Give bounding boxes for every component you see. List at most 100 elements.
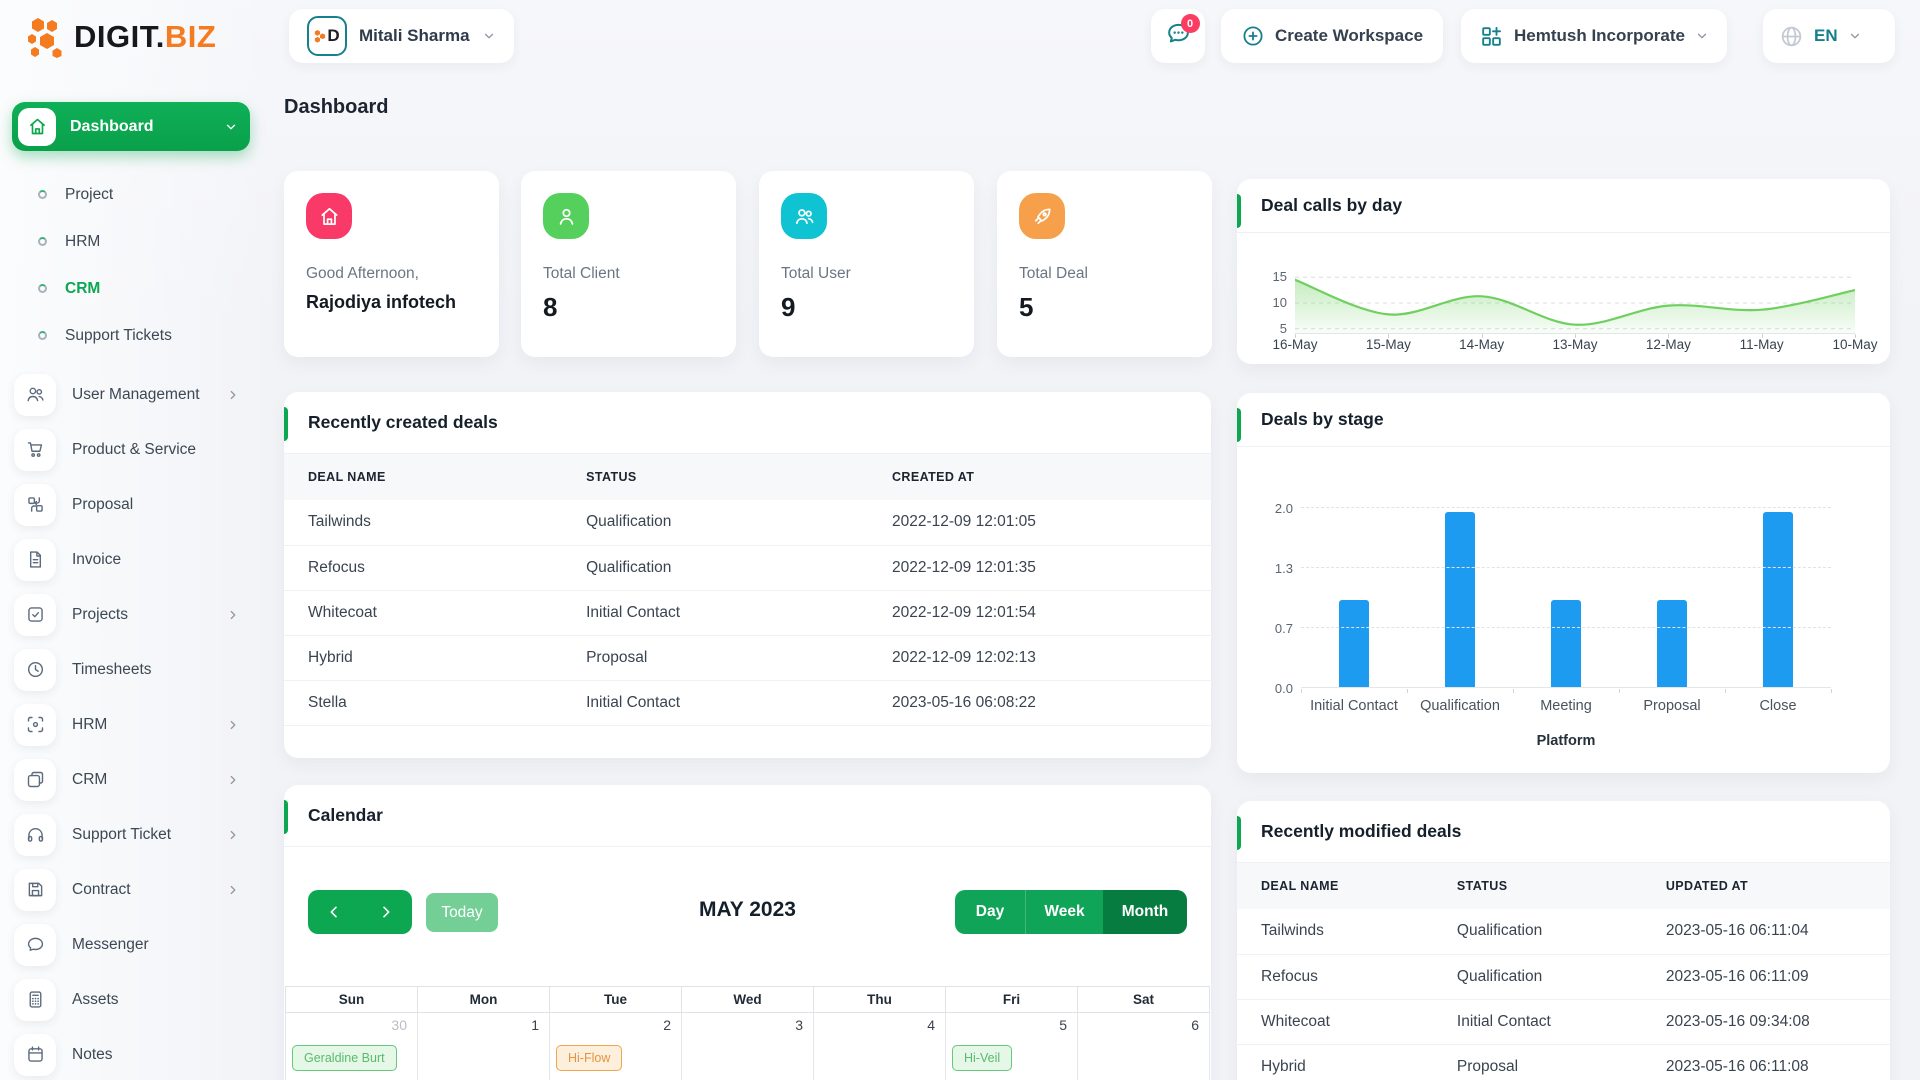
- sidebar-item-projects[interactable]: Projects: [12, 587, 250, 642]
- table-row[interactable]: Hybrid Proposal 2023-05-16 06:11:08: [1237, 1044, 1890, 1080]
- table-row[interactable]: Refocus Qualification 2022-12-09 12:01:35: [284, 545, 1211, 591]
- calendar-cell[interactable]: 1: [417, 1013, 549, 1080]
- date-number: 2: [663, 1017, 671, 1033]
- bar: [1407, 508, 1513, 688]
- date-number: 1: [531, 1017, 539, 1033]
- calendar-event[interactable]: Geraldine Burt: [292, 1045, 397, 1071]
- calendar-card: Calendar Today MAY 2023 Day Week Month S…: [284, 785, 1211, 1080]
- clock-icon: [14, 648, 56, 691]
- calendar-cell[interactable]: 4: [813, 1013, 945, 1080]
- sidebar-item-hrm[interactable]: HRM: [12, 697, 250, 752]
- create-workspace-button[interactable]: Create Workspace: [1221, 9, 1444, 63]
- bullet-icon: [38, 237, 47, 246]
- recent-modified-table: DEAL NAME STATUS UPDATED AT Tailwinds Qua…: [1237, 863, 1890, 1080]
- bar: [1301, 508, 1407, 688]
- dashboard-submenu: Project HRM CRM Support Tickets: [12, 171, 250, 359]
- stat-label: Total Deal: [1019, 265, 1088, 282]
- calendar-cell[interactable]: 30 Geraldine Burt: [285, 1013, 417, 1080]
- language-selector[interactable]: EN: [1763, 9, 1895, 63]
- deals-by-stage-card: Deals by stage 0.0 0.7 1.3 2.0 Initial Cont…: [1237, 393, 1890, 773]
- view-day-button[interactable]: Day: [955, 890, 1025, 934]
- home-icon: [306, 193, 352, 239]
- calendar-event[interactable]: Hi-Flow: [556, 1045, 623, 1071]
- calendar-toolbar: Today MAY 2023 Day Week Month: [308, 890, 1187, 934]
- stat-value: 8: [543, 292, 558, 322]
- sidebar: Dashboard Project HRM CRM Support Ticket…: [12, 86, 250, 1080]
- bullet-icon: [38, 331, 47, 340]
- chevron-down-icon: [1697, 33, 1707, 39]
- users-icon: [14, 373, 56, 416]
- calendar-view-switcher: Day Week Month: [955, 890, 1187, 934]
- sidebar-subitem-support-tickets[interactable]: Support Tickets: [12, 312, 250, 359]
- chevron-down-icon: [226, 124, 236, 129]
- recently-created-deals-card: Recently created deals DEAL NAME STATUS …: [284, 392, 1211, 758]
- messages-button[interactable]: 0: [1151, 9, 1205, 63]
- home-icon: [18, 107, 56, 146]
- card-header: Calendar: [284, 785, 1211, 847]
- sidebar-item-timesheets[interactable]: Timesheets: [12, 642, 250, 697]
- calendar-event[interactable]: Hi-Veil: [952, 1045, 1013, 1071]
- table-row[interactable]: Hybrid Proposal 2022-12-09 12:02:13: [284, 635, 1211, 681]
- col-deal-name: DEAL NAME: [284, 454, 563, 500]
- sidebar-item-notes[interactable]: Notes: [12, 1027, 250, 1080]
- table-row[interactable]: Whitecoat Initial Contact 2022-12-09 12:01…: [284, 590, 1211, 636]
- chevron-right-icon: [230, 610, 236, 619]
- section-title: Deal calls by day: [1261, 195, 1403, 215]
- sidebar-item-user-management[interactable]: User Management: [12, 367, 250, 422]
- grid-plus-icon: [1482, 26, 1501, 46]
- calendar-cell[interactable]: 3: [681, 1013, 813, 1080]
- sidebar-item-dashboard[interactable]: Dashboard: [12, 102, 250, 151]
- globe-icon: [1781, 26, 1802, 46]
- workspace-avatar-letter: D: [327, 26, 340, 45]
- sidebar-subitem-hrm[interactable]: HRM: [12, 218, 250, 265]
- sidebar-item-proposal[interactable]: Proposal: [12, 477, 250, 532]
- day-header: Thu: [813, 986, 945, 1013]
- bullet-icon: [38, 190, 47, 199]
- calendar-grid: Sun Mon Tue Wed Thu Fri Sat 30 Geraldine…: [285, 986, 1210, 1080]
- chat-bubble-icon: [14, 923, 56, 966]
- sidebar-item-crm[interactable]: CRM: [12, 752, 250, 807]
- sidebar-item-contract[interactable]: Contract: [12, 862, 250, 917]
- sidebar-item-invoice[interactable]: Invoice: [12, 532, 250, 587]
- cart-icon: [14, 428, 56, 471]
- bar-chart-x-axis: Initial Contact Qualification Meeting Propo…: [1301, 698, 1831, 714]
- date-number: 5: [1059, 1017, 1067, 1033]
- line-chart-x-axis: 16-May 15-May 14-May 13-May 12-May 11-May 10-M…: [1272, 334, 1878, 357]
- chevron-down-icon: [484, 33, 493, 39]
- bar-chart-plot: 0.0 0.7 1.3 2.0: [1275, 501, 1832, 696]
- day-header: Tue: [549, 986, 681, 1013]
- user-workspace-menu[interactable]: D Mitali Sharma: [289, 9, 514, 63]
- col-deal-name: DEAL NAME: [1237, 863, 1433, 909]
- brand-logo-text: DIGIT.BIZ: [74, 19, 217, 54]
- calendar-cell[interactable]: 6: [1077, 1013, 1210, 1080]
- sidebar-subitem-crm[interactable]: CRM: [12, 265, 250, 312]
- sidebar-item-support-ticket[interactable]: Support Ticket: [12, 807, 250, 862]
- section-title: Deals by stage: [1261, 409, 1384, 429]
- total-client-card: Total Client 8: [521, 171, 736, 357]
- table-row[interactable]: Whitecoat Initial Contact 2023-05-16 09:34…: [1237, 999, 1890, 1045]
- sidebar-item-assets[interactable]: Assets: [12, 972, 250, 1027]
- view-month-button[interactable]: Month: [1103, 890, 1187, 934]
- table-row[interactable]: Refocus Qualification 2023-05-16 06:11:09: [1237, 954, 1890, 1000]
- table-row[interactable]: Tailwinds Qualification 2022-12-09 12:01:0…: [284, 500, 1211, 546]
- date-number: 4: [927, 1017, 935, 1033]
- sidebar-subitem-project[interactable]: Project: [12, 171, 250, 218]
- calendar-day-header-row: Sun Mon Tue Wed Thu Fri Sat: [285, 986, 1210, 1013]
- sidebar-item-messenger[interactable]: Messenger: [12, 917, 250, 972]
- bar: [1619, 508, 1725, 688]
- chevron-right-icon: [230, 720, 236, 729]
- bar-category-label: Initial Contact: [1310, 698, 1398, 714]
- total-user-card: Total User 9: [759, 171, 974, 357]
- grid-swap-icon: [14, 483, 56, 526]
- user-icon: [543, 193, 589, 239]
- calendar-cell[interactable]: 5 Hi-Veil: [945, 1013, 1077, 1080]
- sidebar-item-product-service[interactable]: Product & Service: [12, 422, 250, 477]
- table-row[interactable]: Tailwinds Qualification 2023-05-16 06:11:0…: [1237, 909, 1890, 955]
- view-week-button[interactable]: Week: [1025, 890, 1103, 934]
- plus-circle-icon: [1243, 26, 1263, 46]
- save-icon: [14, 868, 56, 911]
- workspace-selector[interactable]: Hemtush Incorporate: [1461, 9, 1727, 63]
- table-row[interactable]: Stella Initial Contact 2023-05-16 06:08:22: [284, 680, 1211, 726]
- chevron-right-icon: [230, 830, 236, 839]
- calendar-cell[interactable]: 2 Hi-Flow: [549, 1013, 681, 1080]
